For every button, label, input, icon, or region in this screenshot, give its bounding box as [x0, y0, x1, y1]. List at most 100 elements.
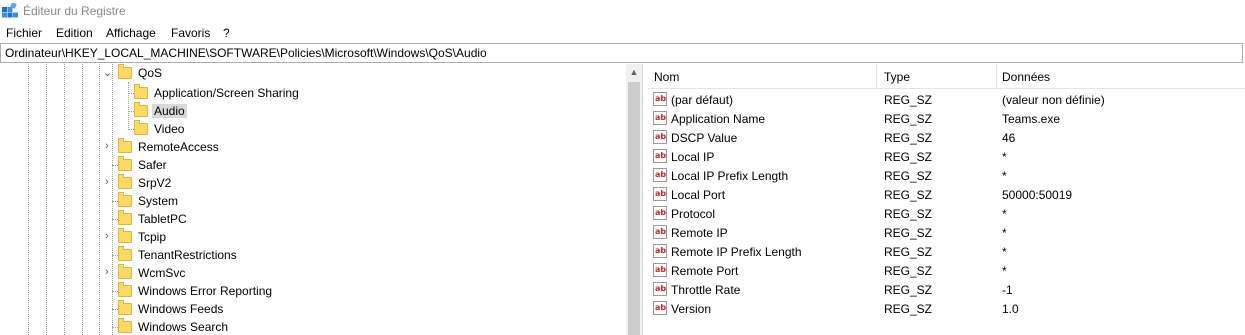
- menu-fichier[interactable]: Fichier: [6, 26, 42, 40]
- value-name: Remote Port: [671, 264, 739, 278]
- list-row[interactable]: ab DSCP Value REG_SZ 46: [648, 128, 1245, 147]
- menu-affichage[interactable]: Affichage: [106, 26, 156, 40]
- string-value-icon: ab: [653, 263, 667, 277]
- tree-item-label: Windows Error Reporting: [138, 284, 273, 298]
- list-row[interactable]: ab Application Name REG_SZ Teams.exe: [648, 109, 1245, 128]
- tree-item-label: Audio: [152, 104, 187, 118]
- list-row[interactable]: ab Version REG_SZ 1.0: [648, 299, 1245, 318]
- folder-icon: [118, 138, 132, 153]
- string-value-icon: ab: [653, 130, 667, 144]
- chevron-right-icon[interactable]: ›: [105, 176, 109, 188]
- tree-item-srpv2[interactable]: › SrpV2: [0, 174, 620, 192]
- value-data: *: [1002, 245, 1007, 259]
- value-type: REG_SZ: [884, 188, 933, 202]
- value-type: REG_SZ: [884, 283, 933, 297]
- folder-icon: [134, 102, 148, 117]
- key-tree[interactable]: ⌄ QoS Application/Screen Sharing Audio V…: [0, 64, 643, 335]
- string-value-icon: ab: [653, 92, 667, 106]
- value-name: DSCP Value: [671, 131, 738, 145]
- list-row[interactable]: ab (par défaut) REG_SZ (valeur non défin…: [648, 90, 1245, 109]
- folder-icon: [118, 64, 132, 79]
- tree-item-label: Windows Search: [138, 320, 229, 334]
- list-row[interactable]: ab Local IP Prefix Length REG_SZ *: [648, 166, 1245, 185]
- list-row[interactable]: ab Remote IP REG_SZ *: [648, 223, 1245, 242]
- list-row[interactable]: ab Protocol REG_SZ *: [648, 204, 1245, 223]
- value-name: Throttle Rate: [671, 283, 741, 297]
- values-list[interactable]: Nom Type Données ab (par défaut) REG_SZ …: [648, 64, 1245, 335]
- value-name: Protocol: [671, 207, 716, 221]
- column-divider[interactable]: [876, 64, 877, 88]
- address-bar[interactable]: Ordinateur\HKEY_LOCAL_MACHINE\SOFTWARE\P…: [0, 43, 1243, 63]
- tree-scrollbar[interactable]: ▲: [626, 64, 642, 335]
- string-value-icon: ab: [653, 149, 667, 163]
- tree-item-label: SrpV2: [138, 176, 172, 190]
- folder-icon: [118, 174, 132, 189]
- value-type: REG_SZ: [884, 207, 933, 221]
- value-type: REG_SZ: [884, 131, 933, 145]
- column-header-type[interactable]: Type: [884, 70, 910, 84]
- list-row[interactable]: ab Remote IP Prefix Length REG_SZ *: [648, 242, 1245, 261]
- tree-item-label: WcmSvc: [138, 266, 186, 280]
- list-row[interactable]: ab Remote Port REG_SZ *: [648, 261, 1245, 280]
- tree-item-label: Video: [154, 122, 185, 136]
- value-data: *: [1002, 264, 1007, 278]
- value-type: REG_SZ: [884, 302, 933, 316]
- string-value-icon: ab: [653, 206, 667, 220]
- value-data: 46: [1002, 131, 1016, 145]
- tree-item-windows-error-reporting[interactable]: Windows Error Reporting: [0, 282, 620, 300]
- value-data: 1.0: [1002, 302, 1019, 316]
- list-row[interactable]: ab Local Port REG_SZ 50000:50019: [648, 185, 1245, 204]
- chevron-right-icon[interactable]: ›: [105, 266, 109, 278]
- tree-item-label: QoS: [138, 66, 163, 80]
- list-row[interactable]: ab Throttle Rate REG_SZ -1: [648, 280, 1245, 299]
- column-header-donnees[interactable]: Données: [1002, 70, 1050, 84]
- tree-item-audio[interactable]: Audio: [0, 102, 620, 120]
- tree-item-tcpip[interactable]: › Tcpip: [0, 228, 620, 246]
- string-value-icon: ab: [653, 244, 667, 258]
- value-type: REG_SZ: [884, 112, 933, 126]
- menu-edition[interactable]: Edition: [56, 26, 93, 40]
- tree-item-application-screen-sharing[interactable]: Application/Screen Sharing: [0, 84, 620, 102]
- tree-item-label: System: [138, 194, 179, 208]
- menu-help[interactable]: ?: [223, 26, 230, 40]
- folder-icon: [118, 192, 132, 207]
- folder-icon: [134, 84, 148, 99]
- value-name: (par défaut): [671, 93, 734, 107]
- column-divider[interactable]: [996, 64, 997, 88]
- tree-item-tabletpc[interactable]: TabletPC: [0, 210, 620, 228]
- tree-item-remoteaccess[interactable]: › RemoteAccess: [0, 138, 620, 156]
- string-value-icon: ab: [653, 111, 667, 125]
- value-name: Remote IP: [671, 226, 728, 240]
- value-data: 50000:50019: [1002, 188, 1073, 202]
- column-header-nom[interactable]: Nom: [654, 70, 679, 84]
- string-value-icon: ab: [653, 187, 667, 201]
- tree-item-wcmsvc[interactable]: › WcmSvc: [0, 264, 620, 282]
- value-type: REG_SZ: [884, 245, 933, 259]
- value-data: -1: [1002, 283, 1013, 297]
- folder-icon: [118, 300, 132, 315]
- value-name: Application Name: [671, 112, 766, 126]
- scroll-thumb[interactable]: [628, 82, 640, 335]
- value-data: (valeur non définie): [1002, 93, 1105, 107]
- value-type: REG_SZ: [884, 93, 933, 107]
- menu-favoris[interactable]: Favoris: [171, 26, 210, 40]
- folder-icon: [134, 120, 148, 135]
- chevron-right-icon[interactable]: ›: [105, 230, 109, 242]
- folder-icon: [118, 156, 132, 171]
- value-data: *: [1002, 226, 1007, 240]
- scroll-up-arrow-icon[interactable]: ▲: [626, 64, 642, 80]
- chevron-down-icon[interactable]: ⌄: [103, 66, 112, 79]
- value-data: *: [1002, 150, 1007, 164]
- tree-item-label: Windows Feeds: [138, 302, 224, 316]
- list-header: Nom Type Données: [648, 64, 1245, 89]
- tree-item-windows-feeds[interactable]: Windows Feeds: [0, 300, 620, 318]
- menu-bar: Fichier Edition Affichage Favoris ?: [0, 23, 1245, 43]
- tree-item-safer[interactable]: Safer: [0, 156, 620, 174]
- tree-item-tenantrestrictions[interactable]: TenantRestrictions: [0, 246, 620, 264]
- tree-item-qos[interactable]: ⌄ QoS: [0, 64, 620, 82]
- tree-item-windows-search[interactable]: Windows Search: [0, 318, 620, 335]
- list-row[interactable]: ab Local IP REG_SZ *: [648, 147, 1245, 166]
- chevron-right-icon[interactable]: ›: [105, 140, 109, 152]
- tree-item-system[interactable]: System: [0, 192, 620, 210]
- tree-item-video[interactable]: Video: [0, 120, 620, 138]
